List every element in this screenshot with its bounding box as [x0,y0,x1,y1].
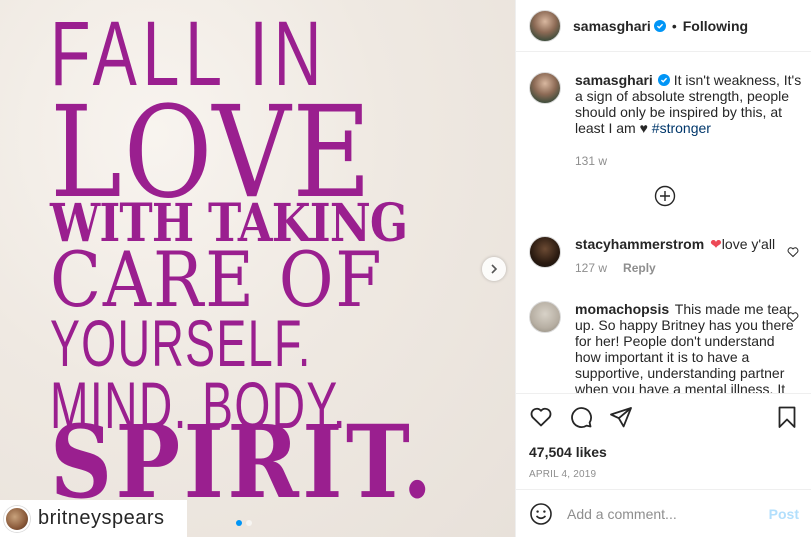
following-button[interactable]: Following [683,18,748,34]
comment-input[interactable] [567,505,755,522]
carousel-dot [246,520,252,526]
verified-badge-icon [657,74,670,86]
header-separator: • [671,17,677,34]
comment-like-heart-icon[interactable] [787,246,799,258]
tagged-user-strip[interactable]: britneyspears [0,500,187,537]
action-icon-row [529,404,799,430]
quote-line: YOURSELF. [50,306,312,380]
add-comment-bar: Post [516,489,811,537]
post-comment-button[interactable]: Post [769,506,799,522]
caption-username[interactable]: samasghari [575,72,653,88]
commenter-avatar[interactable] [529,236,561,268]
post-header: samasghari • Following [516,0,811,52]
carousel-dots [236,520,252,526]
comment-item: stacyhammerstrom ❤love y'all 127 w Reply [529,236,809,275]
comment-like-heart-icon[interactable] [787,311,799,323]
plus-circle-icon[interactable] [654,185,676,207]
author-username[interactable]: samasghari [573,18,651,34]
quote-line: SPIRIT. [50,403,436,521]
caption-avatar[interactable] [529,72,561,104]
verified-badge-icon [653,19,666,32]
caption: samasghari It isn't weakness, It's a sig… [529,72,809,168]
paper-plane-icon[interactable] [609,405,633,429]
tagged-username[interactable]: britneyspears [38,507,165,530]
comment-bubble-icon[interactable] [569,405,593,429]
caption-time[interactable]: 131 w [575,154,805,168]
commenter-avatar[interactable] [529,301,561,333]
author-avatar[interactable] [529,9,561,42]
post-side-panel: samasghari • Following samasghari It isn't… [515,0,811,537]
post-actions: 47,504 likes APRIL 4, 2019 [516,393,811,489]
likes-count[interactable]: 47,504 likes [529,444,799,460]
smiley-icon[interactable] [529,502,553,526]
commenter-username[interactable]: stacyhammerstrom [575,236,704,252]
hashtag-link[interactable]: #stronger [652,120,711,136]
commenter-username[interactable]: momachopsis [575,301,669,317]
comment-time[interactable]: 127 w [575,261,607,275]
bookmark-icon[interactable] [775,405,799,429]
carousel-dot-active [236,520,242,526]
next-image-button[interactable] [482,257,506,281]
tagged-user-avatar [4,505,30,532]
post-image[interactable]: FALL IN LOVE WITH TAKING CARE OF YOURSEL… [0,0,515,537]
caption-text-block: samasghari It isn't weakness, It's a sig… [575,72,805,136]
comment-text-block: momachopsis This made me tear up. So hap… [575,301,795,393]
comment-text-block: stacyhammerstrom ❤love y'all [575,236,805,252]
comment-item: momachopsis This made me tear up. So hap… [529,301,809,393]
reply-button[interactable]: Reply [623,261,656,275]
comment-meta: 127 w Reply [575,261,795,275]
comments-area[interactable]: samasghari It isn't weakness, It's a sig… [516,53,811,393]
post-date[interactable]: APRIL 4, 2019 [529,469,799,480]
red-heart-emoji: ❤ [710,236,722,252]
comment-text: love y'all [721,236,776,252]
chevron-right-icon [491,264,498,274]
heart-icon[interactable] [529,405,553,429]
